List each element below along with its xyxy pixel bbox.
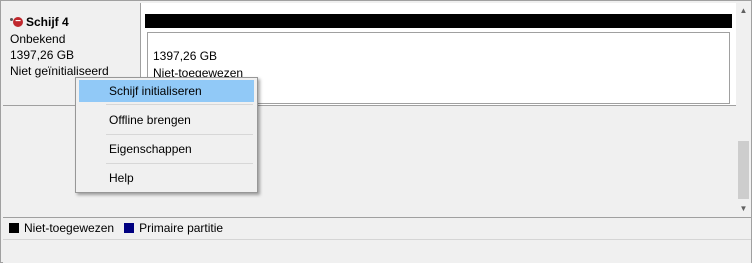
legend-swatch-primary (124, 223, 135, 233)
disk-size: 1397,26 GB (10, 48, 75, 62)
status-bar (3, 239, 751, 263)
context-menu: Schijf initialiseren Offline brengen Eig… (75, 77, 258, 193)
disk-status: Niet geïnitialiseerd (10, 64, 109, 78)
legend-item-unallocated: Niet-toegewezen (9, 221, 114, 235)
menu-separator (106, 104, 253, 105)
menu-item-help[interactable]: Help (79, 167, 254, 189)
legend-label: Niet-toegewezen (24, 221, 115, 235)
vertical-scrollbar[interactable]: ▲ ▼ (736, 3, 751, 216)
scroll-up-icon[interactable]: ▲ (736, 3, 751, 18)
menu-item-offline[interactable]: Offline brengen (79, 109, 254, 131)
scroll-thumb[interactable] (738, 141, 749, 199)
disk-title-line: − Schijf 4 (10, 15, 69, 29)
legend-label: Primaire partitie (139, 221, 224, 235)
legend-bar: Niet-toegewezen Primaire partitie (3, 217, 751, 238)
menu-item-initialize-disk[interactable]: Schijf initialiseren (79, 80, 254, 102)
partition-color-bar (145, 14, 732, 28)
disk-type: Onbekend (10, 32, 66, 46)
menu-separator (106, 163, 253, 164)
legend-item-primary: Primaire partitie (124, 221, 223, 235)
menu-item-properties[interactable]: Eigenschappen (79, 138, 254, 160)
disk-error-icon: − (10, 16, 24, 28)
partition-size: 1397,26 GB (153, 49, 218, 63)
menu-separator (106, 134, 253, 135)
disk-title: Schijf 4 (26, 15, 69, 29)
legend-swatch-unallocated (9, 223, 19, 233)
scroll-down-icon[interactable]: ▼ (736, 201, 751, 216)
